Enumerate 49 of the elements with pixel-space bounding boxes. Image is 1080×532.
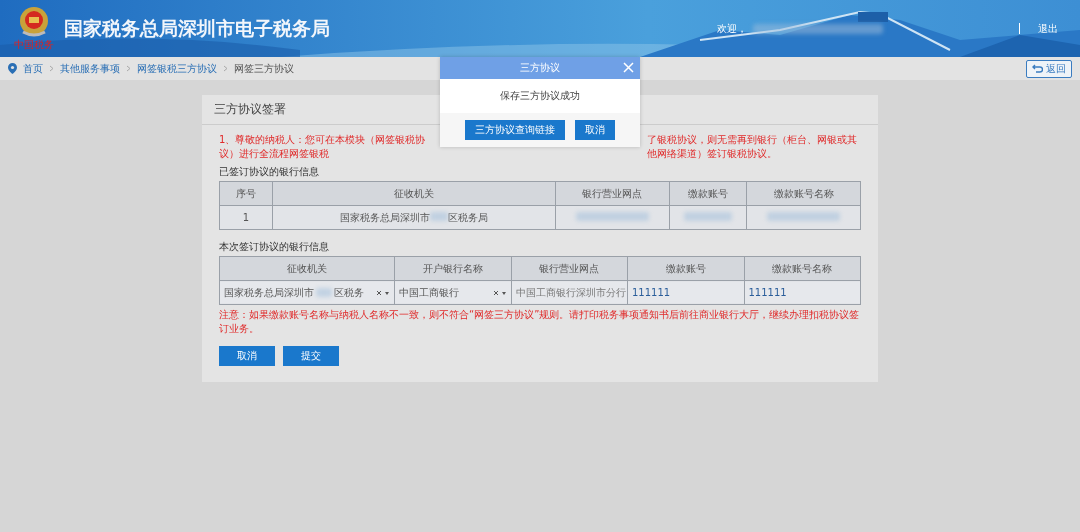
redaction-bar xyxy=(684,212,733,221)
column-header: 缴款账号名称 xyxy=(746,181,861,206)
welcome-text: 欢迎， xyxy=(717,21,747,36)
redaction-bar xyxy=(430,211,449,221)
logo-caption: 中国税务 xyxy=(14,37,54,52)
column-header: 缴款账号名称 xyxy=(744,256,861,281)
dialog-button[interactable]: 取消 xyxy=(575,120,615,140)
select-field[interactable]: 中国工商银行 xyxy=(395,282,511,303)
action-button[interactable]: 取消 xyxy=(219,346,275,366)
column-header: 银行营业网点 xyxy=(511,256,628,281)
redaction-bar xyxy=(316,288,332,297)
column-header: 银行营业网点 xyxy=(555,181,670,206)
select-field[interactable]: 国家税务总局深圳市 区税务 xyxy=(220,282,394,303)
breadcrumb-item: 网签三方协议 xyxy=(234,61,294,76)
dialog-button[interactable]: 三方协议查询链接 xyxy=(465,120,565,140)
column-header: 征收机关 xyxy=(219,256,395,281)
return-arrow-icon xyxy=(1032,64,1043,73)
back-button[interactable]: 返回 xyxy=(1026,59,1072,78)
chevron-icon xyxy=(126,65,131,72)
column-header: 缴款账号 xyxy=(627,256,744,281)
section-title: 已签订协议的银行信息 xyxy=(219,165,320,179)
chevron-icon xyxy=(223,65,228,72)
emblem-icon xyxy=(19,5,49,38)
chevron-icon xyxy=(49,65,54,72)
breadcrumb-item[interactable]: 其他服务事项 xyxy=(60,61,120,76)
clear-caret-icon xyxy=(376,289,390,296)
column-header: 缴款账号 xyxy=(669,181,747,206)
table-cell: 国家税务总局深圳市 xyxy=(340,211,431,223)
column-header: 序号 xyxy=(219,181,273,206)
section-title: 本次签订协议的银行信息 xyxy=(219,240,330,254)
breadcrumb-item[interactable]: 首页 xyxy=(23,61,43,76)
breadcrumb-item[interactable]: 网签银税三方协议 xyxy=(137,61,217,76)
table-cell: 区税务局 xyxy=(448,211,489,223)
input-field[interactable]: 111111 xyxy=(628,282,744,303)
action-button[interactable]: 提交 xyxy=(283,346,339,366)
logout-link[interactable]: 退出 xyxy=(1038,21,1058,36)
warning-text: 注意：如果缴款账号名称与纳税人名称不一致，则不符合“网签三方协议”规则。请打印税务事项通知书后前往商业银行大厅，继续办理扣税协议签订业务。 xyxy=(219,308,861,336)
column-header: 开户银行名称 xyxy=(394,256,511,281)
table-cell: 1 xyxy=(219,205,273,230)
site-title: 国家税务总局深圳市电子税务局 xyxy=(64,15,330,41)
location-pin-icon xyxy=(8,63,17,74)
notice-text: 1、尊敬的纳税人：您可在本模块（网签银税协议）进行全流程网签银税 xyxy=(219,133,427,161)
notice-text: 了银税协议，则无需再到银行（柜台、网银或其他网络渠道）签订银税协议。 xyxy=(647,133,858,161)
dialog-title: 三方协议 xyxy=(520,61,560,75)
clear-caret-icon xyxy=(492,289,507,296)
column-header: 征收机关 xyxy=(272,181,556,206)
input-field[interactable]: 111111 xyxy=(744,282,860,303)
readonly-field: 中国工商银行深圳市分行 xyxy=(511,282,627,303)
close-icon[interactable] xyxy=(623,62,634,73)
